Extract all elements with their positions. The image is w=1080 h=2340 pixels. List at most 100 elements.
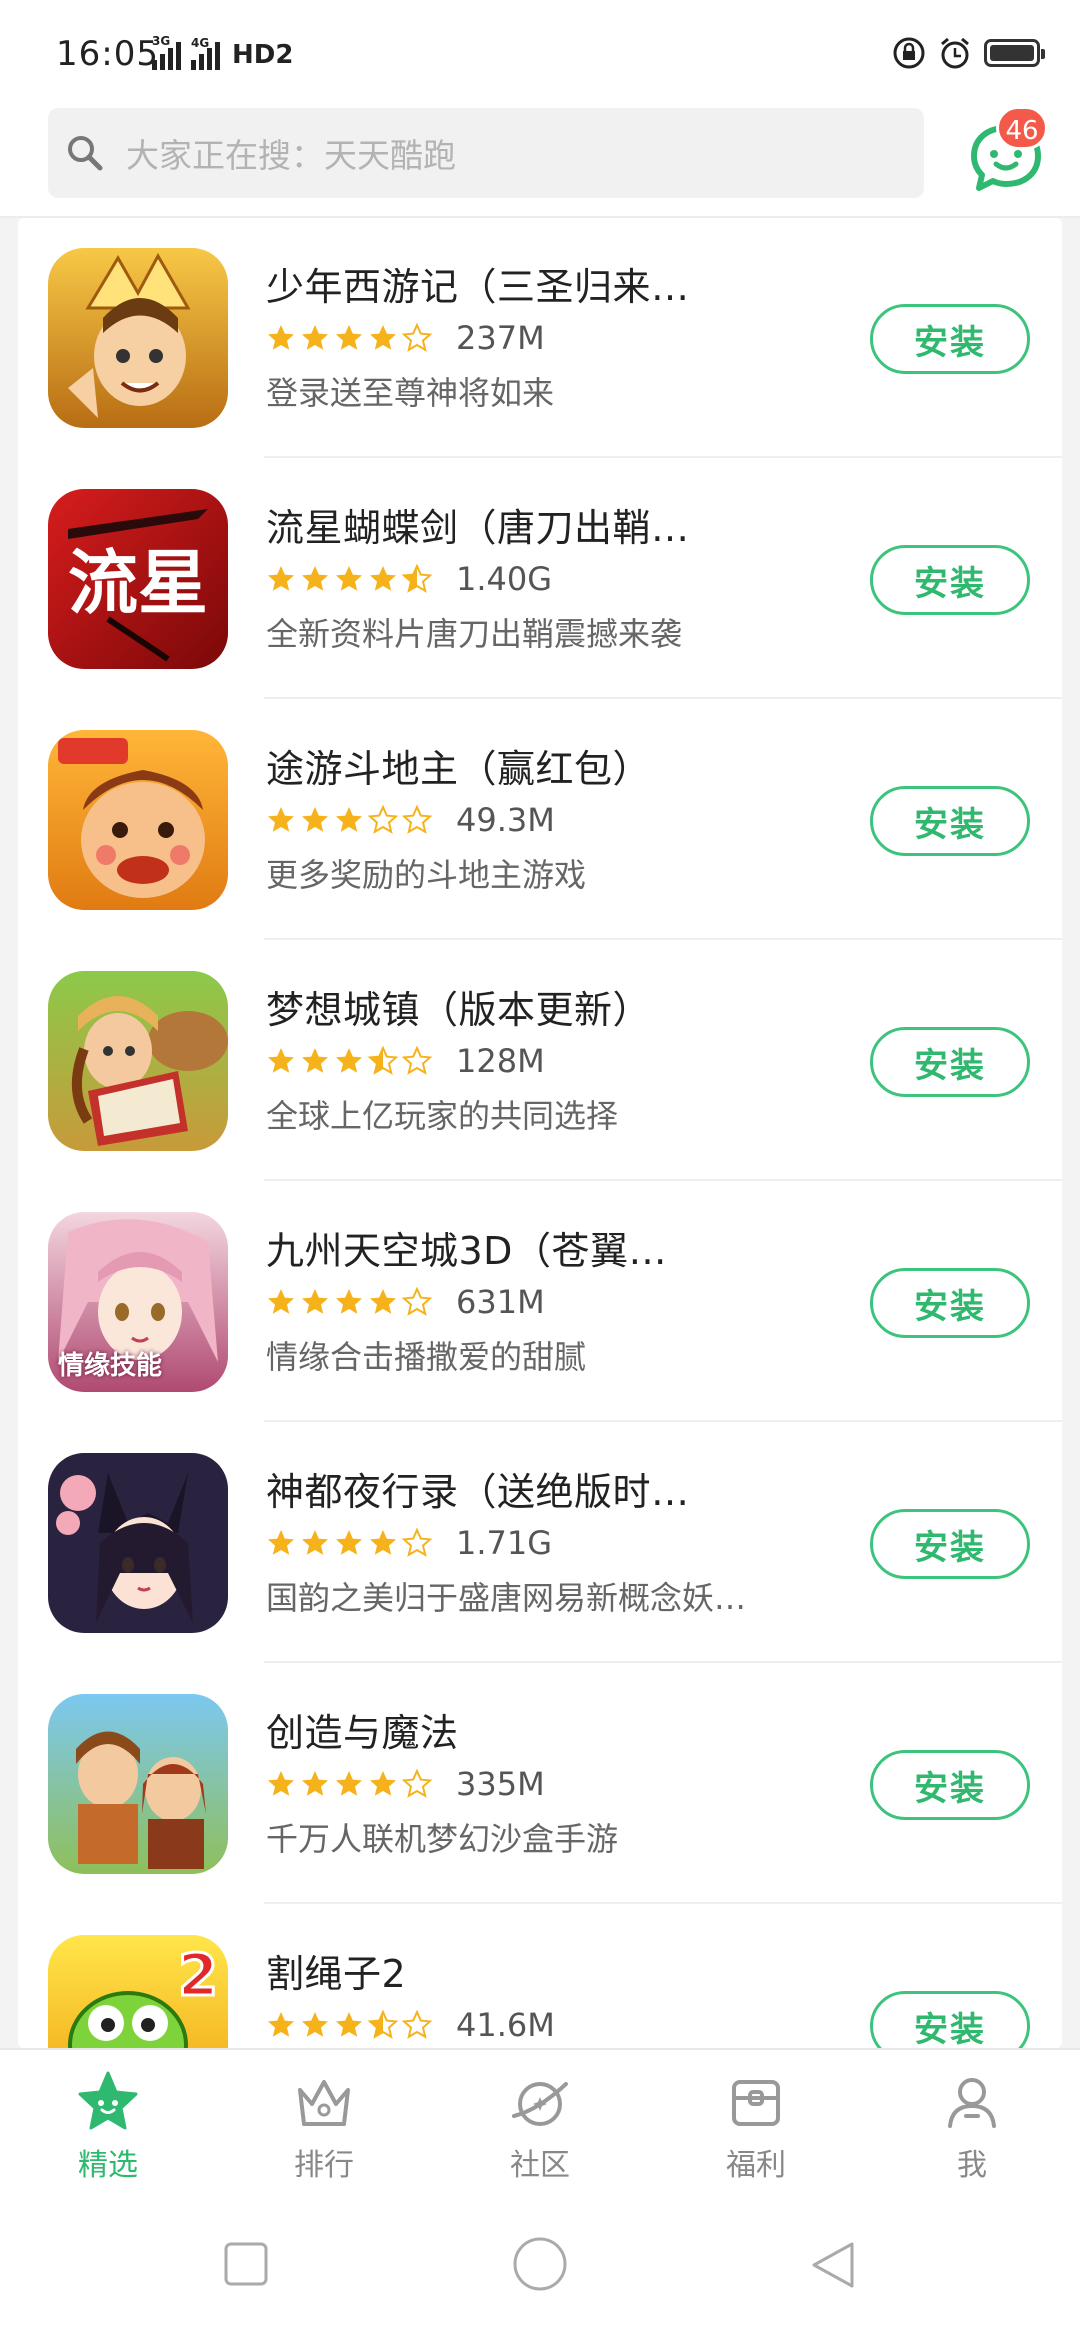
app-list-item[interactable]: 2 割绳子2 41.6M 安装 bbox=[18, 1905, 1062, 2048]
header: 大家正在搜：天天酷跑 46 bbox=[0, 100, 1080, 218]
star-empty-icon bbox=[368, 805, 398, 835]
row-divider bbox=[264, 1902, 1062, 1904]
signal-4g-icon: 4G bbox=[191, 36, 220, 70]
app-meta: 1.40G bbox=[266, 559, 552, 599]
install-button[interactable]: 安装 bbox=[870, 1027, 1030, 1097]
back-icon[interactable] bbox=[808, 2240, 858, 2290]
app-rating-stars bbox=[266, 1046, 432, 1076]
app-meta: 49.3M bbox=[266, 800, 555, 840]
app-size: 128M bbox=[456, 1042, 545, 1080]
install-button[interactable]: 安装 bbox=[870, 545, 1030, 615]
star-half-icon bbox=[402, 564, 432, 594]
app-rating-stars bbox=[266, 1287, 432, 1317]
tab-me-label: 我 bbox=[957, 2148, 987, 2183]
app-description: 登录送至尊神将如来 bbox=[266, 374, 555, 412]
network-indicators: 3G 4G HD2 bbox=[152, 34, 295, 70]
star-full-icon bbox=[334, 1769, 364, 1799]
user-icon bbox=[948, 2078, 996, 2128]
alarm-icon bbox=[941, 37, 969, 69]
star-full-icon bbox=[334, 1287, 364, 1317]
tab-me[interactable]: 我 bbox=[864, 2050, 1080, 2200]
star-full-icon bbox=[300, 1287, 330, 1317]
star-full-icon bbox=[334, 805, 364, 835]
app-description: 全球上亿玩家的共同选择 bbox=[266, 1097, 619, 1135]
app-name[interactable]: 割绳子2 bbox=[266, 1943, 406, 1998]
star-full-icon bbox=[334, 564, 364, 594]
app-list-item[interactable]: 梦想城镇（版本更新） 128M 全球上亿玩家的共同选择 安装 bbox=[18, 941, 1062, 1181]
star-full-icon bbox=[368, 323, 398, 353]
star-full-icon bbox=[300, 323, 330, 353]
app-list-item[interactable]: 情缘技能 九州天空城3D（苍翼… 631M 情缘合击播撒爱的甜腻 安装 bbox=[18, 1182, 1062, 1422]
app-description: 情缘合击播撒爱的甜腻 bbox=[266, 1338, 587, 1376]
app-meta: 237M bbox=[266, 318, 545, 358]
tab-featured[interactable]: 精选 bbox=[0, 2050, 216, 2200]
install-button[interactable]: 安装 bbox=[870, 1750, 1030, 1820]
install-button[interactable]: 安装 bbox=[870, 304, 1030, 374]
app-size: 1.71G bbox=[456, 1524, 553, 1562]
game-icon-gesheng[interactable]: 2 bbox=[48, 1935, 228, 2048]
search-bar[interactable]: 大家正在搜：天天酷跑 bbox=[48, 108, 924, 198]
search-placeholder: 大家正在搜：天天酷跑 bbox=[126, 136, 456, 175]
app-name[interactable]: 创造与魔法 bbox=[266, 1702, 459, 1757]
game-icon-doudizhu[interactable] bbox=[48, 730, 228, 910]
star-full-icon bbox=[266, 323, 296, 353]
game-icon-shaonian[interactable] bbox=[48, 248, 228, 428]
row-divider bbox=[264, 456, 1062, 458]
gift-box-icon bbox=[732, 2080, 780, 2126]
tab-ranking[interactable]: 排行 bbox=[216, 2050, 432, 2200]
recent-apps-icon[interactable] bbox=[222, 2240, 270, 2288]
star-full-icon bbox=[368, 564, 398, 594]
app-rating-stars bbox=[266, 2010, 432, 2040]
game-icon-shendu[interactable] bbox=[48, 1453, 228, 1633]
app-list-item[interactable]: 途游斗地主（赢红包） 49.3M 更多奖励的斗地主游戏 安装 bbox=[18, 700, 1062, 940]
app-meta: 335M bbox=[266, 1764, 545, 1804]
app-list: 少年西游记（三圣归来… 237M 登录送至尊神将如来 安装 流星 流星蝴蝶剑（唐… bbox=[0, 218, 1080, 2048]
app-name[interactable]: 少年西游记（三圣归来… bbox=[266, 256, 690, 311]
star-full-icon bbox=[300, 2010, 330, 2040]
game-icon-chuangzao[interactable] bbox=[48, 1694, 228, 1874]
home-icon[interactable] bbox=[512, 2236, 568, 2292]
app-name[interactable]: 神都夜行录（送绝版时… bbox=[266, 1461, 690, 1516]
app-name[interactable]: 梦想城镇（版本更新） bbox=[266, 979, 651, 1034]
game-icon-liuxing[interactable]: 流星 bbox=[48, 489, 228, 669]
lock-rotation-icon bbox=[893, 37, 925, 69]
hd-voice-icon: HD2 bbox=[232, 40, 294, 70]
app-name[interactable]: 途游斗地主（赢红包） bbox=[266, 738, 651, 793]
search-icon bbox=[68, 136, 103, 171]
app-list-item[interactable]: 创造与魔法 335M 千万人联机梦幻沙盒手游 安装 bbox=[18, 1664, 1062, 1904]
star-full-icon bbox=[368, 1287, 398, 1317]
app-size: 1.40G bbox=[456, 560, 553, 598]
tab-welfare[interactable]: 福利 bbox=[648, 2050, 864, 2200]
app-list-item[interactable]: 少年西游记（三圣归来… 237M 登录送至尊神将如来 安装 bbox=[18, 218, 1062, 458]
star-full-icon bbox=[300, 564, 330, 594]
app-size: 49.3M bbox=[456, 801, 555, 839]
app-size: 237M bbox=[456, 319, 545, 357]
install-button[interactable]: 安装 bbox=[870, 786, 1030, 856]
planet-icon bbox=[512, 2082, 568, 2126]
tab-featured-label: 精选 bbox=[78, 2148, 138, 2183]
message-count-badge: 46 bbox=[996, 106, 1048, 150]
install-button[interactable]: 安装 bbox=[870, 1268, 1030, 1338]
app-list-item[interactable]: 神都夜行录（送绝版时… 1.71G 国韵之美归于盛唐网易新概念妖… 安装 bbox=[18, 1423, 1062, 1663]
row-divider bbox=[264, 938, 1062, 940]
install-button[interactable]: 安装 bbox=[870, 1991, 1030, 2048]
star-full-icon bbox=[300, 1046, 330, 1076]
tab-community[interactable]: 社区 bbox=[432, 2050, 648, 2200]
game-icon-mengxiang[interactable] bbox=[48, 971, 228, 1151]
app-size: 41.6M bbox=[456, 2006, 555, 2044]
star-full-icon bbox=[334, 2010, 364, 2040]
svg-text:2: 2 bbox=[178, 1941, 218, 2009]
star-full-icon bbox=[266, 1287, 296, 1317]
install-button[interactable]: 安装 bbox=[870, 1509, 1030, 1579]
star-empty-icon bbox=[402, 2010, 432, 2040]
app-meta: 631M bbox=[266, 1282, 545, 1322]
tab-ranking-label: 排行 bbox=[294, 2148, 354, 2183]
app-name[interactable]: 流星蝴蝶剑（唐刀出鞘… bbox=[266, 497, 690, 552]
app-list-item[interactable]: 流星 流星蝴蝶剑（唐刀出鞘… 1.40G 全新资料片唐刀出鞘震撼来袭 安装 bbox=[18, 459, 1062, 699]
star-full-icon bbox=[300, 1528, 330, 1558]
app-name[interactable]: 九州天空城3D（苍翼… bbox=[266, 1220, 667, 1275]
game-icon-jiuzhou[interactable]: 情缘技能 bbox=[48, 1212, 228, 1392]
system-navigation-bar bbox=[0, 2198, 1080, 2340]
star-full-icon bbox=[266, 2010, 296, 2040]
app-meta: 128M bbox=[266, 1041, 545, 1081]
